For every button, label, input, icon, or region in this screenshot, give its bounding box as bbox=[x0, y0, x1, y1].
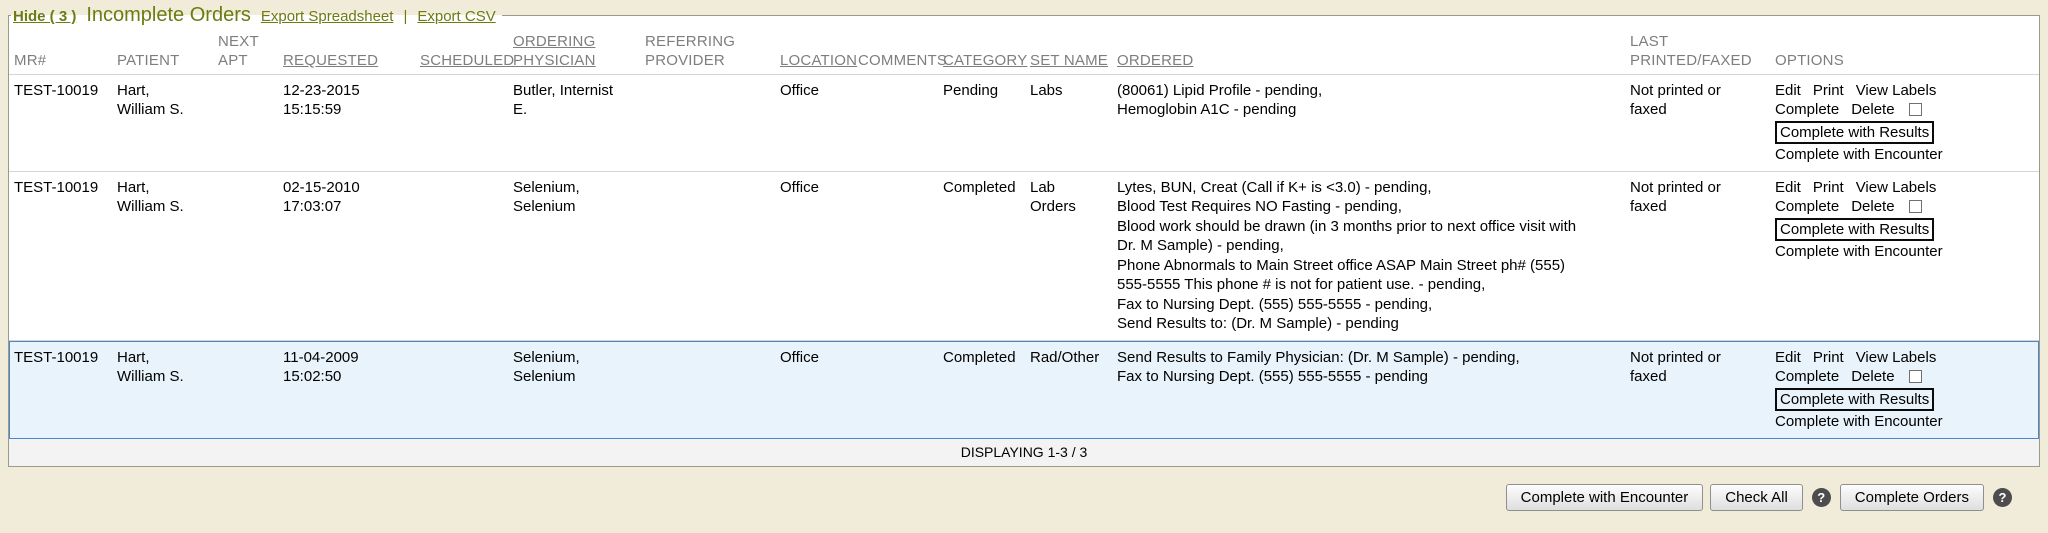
complete-orders-button[interactable]: Complete Orders bbox=[1840, 484, 1984, 511]
edit-link[interactable]: Edit bbox=[1775, 178, 1801, 198]
col-header-requested[interactable]: REQUESTED bbox=[283, 50, 420, 74]
delete-link[interactable]: Delete bbox=[1851, 100, 1894, 120]
complete-with-encounter-button[interactable]: Complete with Encounter bbox=[1506, 484, 1704, 511]
cell-mr: TEST-10019 bbox=[14, 342, 117, 438]
cell-options: Edit Print View Labels Complete Delete C… bbox=[1775, 172, 2035, 340]
cell-referring-provider bbox=[645, 75, 780, 171]
complete-with-encounter-link[interactable]: Complete with Encounter bbox=[1775, 412, 2035, 432]
print-link[interactable]: Print bbox=[1813, 178, 1844, 198]
cell-scheduled bbox=[420, 172, 513, 340]
complete-link[interactable]: Complete bbox=[1775, 367, 1839, 387]
delete-link[interactable]: Delete bbox=[1851, 367, 1894, 387]
cell-ordering-physician: Selenium, Selenium bbox=[513, 172, 645, 340]
cell-referring-provider bbox=[645, 342, 780, 438]
cell-category: Completed bbox=[943, 342, 1030, 438]
cell-scheduled bbox=[420, 75, 513, 171]
col-header-scheduled[interactable]: SCHEDULED bbox=[420, 50, 513, 74]
cell-scheduled bbox=[420, 342, 513, 438]
edit-link[interactable]: Edit bbox=[1775, 348, 1801, 368]
table-header-row: MR# PATIENT NEXT APT REQUESTED SCHEDULED… bbox=[9, 27, 2039, 75]
complete-link[interactable]: Complete bbox=[1775, 197, 1839, 217]
panel-header: Hide ( 3 ) Incomplete Orders Export Spre… bbox=[11, 4, 502, 27]
table-row-selected: TEST-10019 Hart, William S. 11-04-2009 1… bbox=[9, 341, 2039, 439]
print-link[interactable]: Print bbox=[1813, 348, 1844, 368]
cell-comments bbox=[858, 342, 943, 438]
row-select-checkbox[interactable] bbox=[1909, 370, 1922, 383]
col-header-referring-provider: REFERRING PROVIDER bbox=[645, 31, 780, 74]
cell-ordered: Lytes, BUN, Creat (Call if K+ is <3.0) -… bbox=[1117, 172, 1630, 340]
check-all-button[interactable]: Check All bbox=[1710, 484, 1803, 511]
cell-patient: Hart, William S. bbox=[117, 75, 218, 171]
col-header-ordering-physician[interactable]: ORDERING PHYSICIAN bbox=[513, 31, 645, 74]
row-select-checkbox[interactable] bbox=[1909, 200, 1922, 213]
col-header-ordered[interactable]: ORDERED bbox=[1117, 50, 1630, 74]
cell-requested: 12-23-2015 15:15:59 bbox=[283, 75, 420, 171]
col-header-mr: MR# bbox=[14, 50, 117, 74]
cell-ordered: (80061) Lipid Profile - pending, Hemoglo… bbox=[1117, 75, 1630, 171]
help-icon[interactable]: ? bbox=[1812, 488, 1831, 507]
cell-comments bbox=[858, 75, 943, 171]
cell-requested: 11-04-2009 15:02:50 bbox=[283, 342, 420, 438]
cell-category: Pending bbox=[943, 75, 1030, 171]
cell-location: Office bbox=[780, 75, 858, 171]
cell-ordered: Send Results to Family Physician: (Dr. M… bbox=[1117, 342, 1630, 438]
print-link[interactable]: Print bbox=[1813, 81, 1844, 101]
cell-last-printed-faxed: Not printed or faxed bbox=[1630, 75, 1775, 171]
cell-last-printed-faxed: Not printed or faxed bbox=[1630, 342, 1775, 438]
cell-ordering-physician: Selenium, Selenium bbox=[513, 342, 645, 438]
cell-ordering-physician: Butler, Internist E. bbox=[513, 75, 645, 171]
export-csv-link[interactable]: Export CSV bbox=[417, 8, 495, 25]
edit-link[interactable]: Edit bbox=[1775, 81, 1801, 101]
cell-patient: Hart, William S. bbox=[117, 342, 218, 438]
cell-next-apt bbox=[218, 172, 283, 340]
cell-category: Completed bbox=[943, 172, 1030, 340]
cell-mr: TEST-10019 bbox=[14, 75, 117, 171]
view-labels-link[interactable]: View Labels bbox=[1856, 348, 1937, 368]
col-header-patient: PATIENT bbox=[117, 50, 218, 74]
complete-with-encounter-link[interactable]: Complete with Encounter bbox=[1775, 145, 2035, 165]
col-header-category[interactable]: CATEGORY bbox=[943, 50, 1030, 74]
cell-next-apt bbox=[218, 75, 283, 171]
view-labels-link[interactable]: View Labels bbox=[1856, 81, 1937, 101]
cell-options: Edit Print View Labels Complete Delete C… bbox=[1775, 75, 2035, 171]
complete-with-results-link[interactable]: Complete with Results bbox=[1775, 388, 1934, 412]
view-labels-link[interactable]: View Labels bbox=[1856, 178, 1937, 198]
help-icon[interactable]: ? bbox=[1993, 488, 2012, 507]
bottom-action-bar: Complete with Encounter Check All ? Comp… bbox=[0, 484, 2014, 511]
cell-patient: Hart, William S. bbox=[117, 172, 218, 340]
cell-set-name: Lab Orders bbox=[1030, 172, 1117, 340]
col-header-next-apt: NEXT APT bbox=[218, 31, 283, 74]
complete-with-results-link[interactable]: Complete with Results bbox=[1775, 218, 1934, 242]
complete-with-results-link[interactable]: Complete with Results bbox=[1775, 121, 1934, 145]
page-title: Incomplete Orders bbox=[86, 4, 251, 27]
incomplete-orders-panel: Hide ( 3 ) Incomplete Orders Export Spre… bbox=[8, 4, 2040, 467]
cell-options: Edit Print View Labels Complete Delete C… bbox=[1775, 342, 2035, 438]
col-header-location[interactable]: LOCATION bbox=[780, 50, 858, 74]
cell-mr: TEST-10019 bbox=[14, 172, 117, 340]
cell-comments bbox=[858, 172, 943, 340]
cell-referring-provider bbox=[645, 172, 780, 340]
row-select-checkbox[interactable] bbox=[1909, 103, 1922, 116]
complete-link[interactable]: Complete bbox=[1775, 100, 1839, 120]
paging-status: DISPLAYING 1-3 / 3 bbox=[9, 439, 2039, 466]
cell-last-printed-faxed: Not printed or faxed bbox=[1630, 172, 1775, 340]
export-spreadsheet-link[interactable]: Export Spreadsheet bbox=[261, 8, 394, 25]
cell-location: Office bbox=[780, 172, 858, 340]
hide-link[interactable]: Hide ( 3 ) bbox=[13, 8, 76, 25]
delete-link[interactable]: Delete bbox=[1851, 197, 1894, 217]
col-header-comments: COMMENTS bbox=[858, 50, 943, 74]
cell-requested: 02-15-2010 17:03:07 bbox=[283, 172, 420, 340]
col-header-options: OPTIONS bbox=[1775, 50, 2035, 74]
legend-separator: | bbox=[403, 8, 407, 25]
col-header-set-name[interactable]: SET NAME bbox=[1030, 50, 1117, 74]
cell-next-apt bbox=[218, 342, 283, 438]
cell-location: Office bbox=[780, 342, 858, 438]
cell-set-name: Labs bbox=[1030, 75, 1117, 171]
cell-set-name: Rad/Other bbox=[1030, 342, 1117, 438]
table-row: TEST-10019 Hart, William S. 02-15-2010 1… bbox=[9, 172, 2039, 341]
col-header-last-printed-faxed: LAST PRINTED/FAXED bbox=[1630, 31, 1775, 74]
table-row: TEST-10019 Hart, William S. 12-23-2015 1… bbox=[9, 75, 2039, 172]
complete-with-encounter-link[interactable]: Complete with Encounter bbox=[1775, 242, 2035, 262]
